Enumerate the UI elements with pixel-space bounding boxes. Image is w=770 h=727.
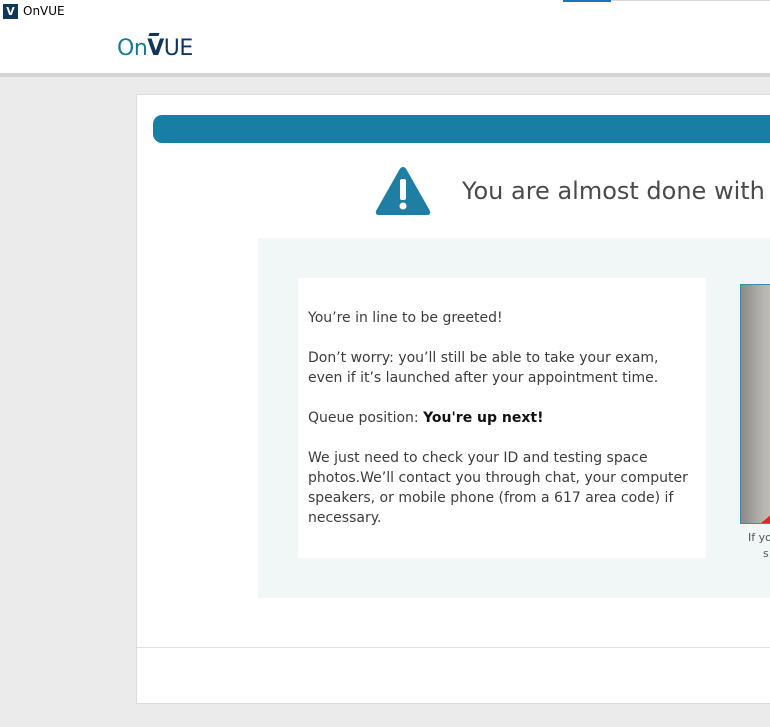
titlebar-divider bbox=[611, 0, 770, 1]
main-card: You are almost done with th You’re in li… bbox=[136, 94, 770, 704]
camera-caption: If yo s bbox=[748, 530, 770, 562]
progress-bar bbox=[153, 115, 770, 143]
info-panel: You’re in line to be greeted! Don’t worr… bbox=[258, 238, 770, 598]
greeting-text: You’re in line to be greeted! bbox=[308, 310, 503, 326]
page-heading: You are almost done with th bbox=[462, 177, 770, 205]
card-footer-divider bbox=[137, 647, 770, 648]
id-check-text: We just need to check your ID and testin… bbox=[308, 450, 688, 526]
titlebar-accent bbox=[563, 0, 611, 2]
onvue-app-icon: V bbox=[3, 4, 18, 19]
logo-on: On bbox=[117, 36, 148, 61]
window-title: OnVUE bbox=[23, 4, 65, 18]
logo-v: V bbox=[147, 36, 164, 61]
queue-position: Queue position: You're up next! bbox=[308, 408, 696, 428]
header-divider bbox=[0, 73, 770, 77]
window-titlebar: V OnVUE bbox=[0, 0, 770, 22]
queue-message-box: You’re in line to be greeted! Don’t worr… bbox=[298, 278, 706, 558]
camera-caption-line1: If yo bbox=[748, 531, 770, 544]
camera-caption-line2: s bbox=[763, 547, 769, 560]
queue-position-value: You're up next! bbox=[423, 410, 544, 426]
camera-preview-object bbox=[757, 500, 770, 523]
logo-ue: UE bbox=[163, 36, 194, 61]
camera-preview bbox=[740, 284, 770, 524]
warning-triangle-icon bbox=[375, 167, 431, 215]
onvue-logo: OnVUE bbox=[117, 36, 193, 62]
reassurance-text: Don’t worry: you’ll still be able to tak… bbox=[308, 350, 659, 386]
queue-position-label: Queue position: bbox=[308, 410, 424, 426]
app-header: OnVUE bbox=[0, 22, 770, 73]
